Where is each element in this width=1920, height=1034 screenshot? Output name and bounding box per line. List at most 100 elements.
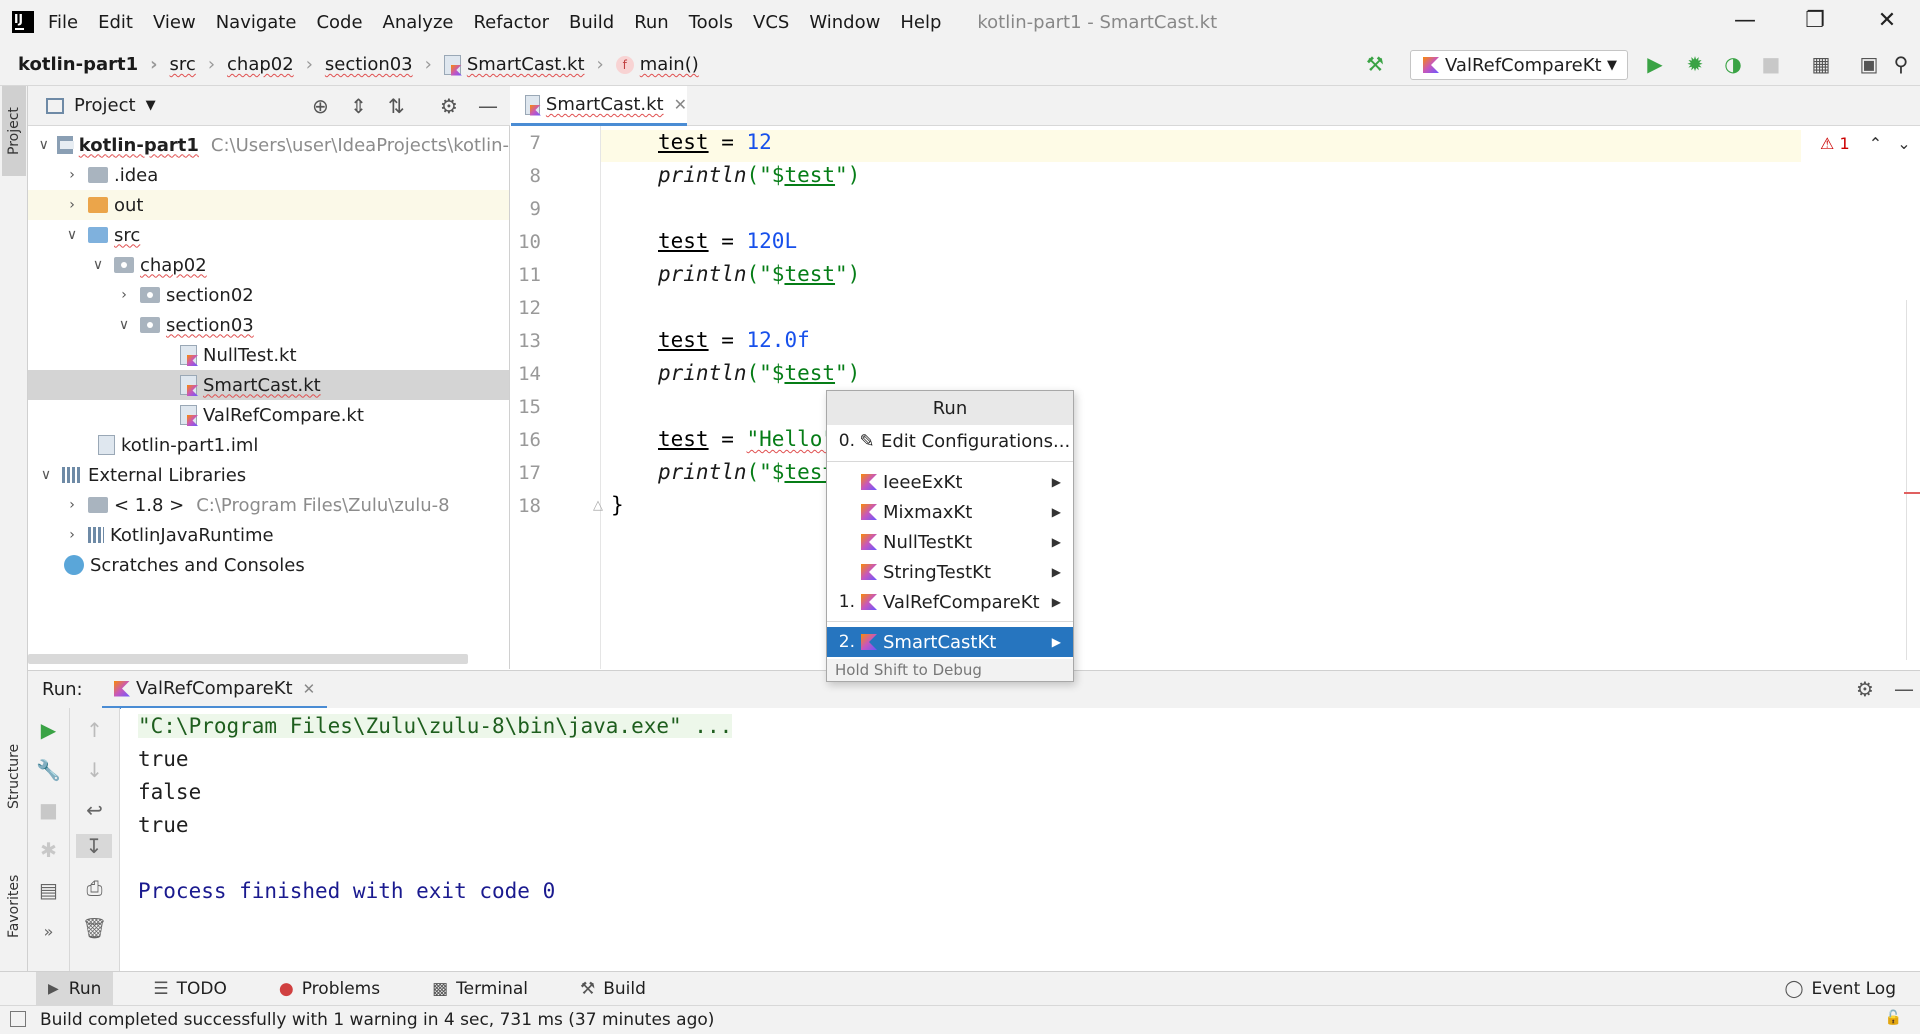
run-tab-valrefcomparekt[interactable]: ValRefCompareKt ✕ <box>102 671 328 709</box>
stop-icon[interactable]: ■ <box>1758 52 1784 78</box>
debug-icon[interactable]: ✹ <box>1682 52 1708 78</box>
scroll-to-end-icon[interactable]: ↧ <box>76 834 112 858</box>
run-icon[interactable]: ▶ <box>1642 52 1668 78</box>
search-icon[interactable]: ⚲ <box>1888 52 1914 78</box>
trash-icon[interactable]: 🗑 <box>70 916 119 940</box>
wrench-icon[interactable]: 🔧 <box>28 758 69 782</box>
arrow-down-icon[interactable]: ↓ <box>70 758 119 782</box>
popup-item-nulltestkt[interactable]: NullTestKt ▶ <box>827 527 1073 557</box>
chevron-down-icon[interactable]: ∨ <box>114 317 134 333</box>
expand-all-icon[interactable]: ⇕ <box>350 94 367 118</box>
tree-item-section03[interactable]: ∨ section03 <box>28 310 509 340</box>
popup-item-valrefcomparekt[interactable]: 1. ValRefCompareKt ▶ <box>827 587 1073 617</box>
menu-view[interactable]: View <box>153 12 196 33</box>
breadcrumb-project[interactable]: kotlin-part1 › <box>18 54 170 75</box>
tab-smartcast[interactable]: SmartCast.kt ✕ <box>511 86 687 126</box>
terminal-window-icon[interactable]: ▣ <box>1856 52 1882 78</box>
restore-icon[interactable]: ❐ <box>1800 8 1830 33</box>
bottom-tab-run[interactable]: ▶ Run <box>36 971 114 1006</box>
close-window-icon[interactable]: ✕ <box>1872 8 1902 33</box>
code-editor[interactable]: test = 12 println("$test") test = 120L p… <box>601 126 1920 669</box>
tree-horizontal-scrollbar[interactable] <box>28 654 468 664</box>
tree-item-scratches[interactable]: Scratches and Consoles <box>28 550 509 580</box>
print-icon[interactable]: ⎙ <box>70 876 119 900</box>
popup-item-mixmaxkt[interactable]: MixmaxKt ▶ <box>827 497 1073 527</box>
menu-help[interactable]: Help <box>900 12 941 33</box>
breadcrumb-chap02[interactable]: chap02 › <box>227 54 325 75</box>
run-configuration-select[interactable]: ValRefCompareKt ▼ <box>1410 50 1628 80</box>
tree-item-section02[interactable]: › section02 <box>28 280 509 310</box>
next-highlight-icon[interactable]: ⌄ <box>1897 134 1910 153</box>
toggle-tool-windows-icon[interactable] <box>10 1011 26 1027</box>
menu-tools[interactable]: Tools <box>689 12 733 33</box>
project-panel-header[interactable]: Project ▼ ⊕ ⇕ ⇅ ⚙ — <box>28 86 510 126</box>
dump-threads-icon[interactable]: ✱ <box>28 838 69 862</box>
bottom-tab-event-log[interactable]: ◯ Event Log <box>1773 972 1909 1006</box>
tree-item-root[interactable]: ∨ kotlin-part1 C:\Users\user\IdeaProject… <box>28 130 509 160</box>
editor-vertical-scrollbar[interactable] <box>1906 300 1918 660</box>
menu-window[interactable]: Window <box>809 12 880 33</box>
menu-refactor[interactable]: Refactor <box>473 12 549 33</box>
menu-navigate[interactable]: Navigate <box>216 12 297 33</box>
breadcrumb-function[interactable]: f main() <box>615 54 699 75</box>
tree-item-iml[interactable]: kotlin-part1.iml <box>28 430 509 460</box>
breadcrumb-section03[interactable]: section03 › <box>325 54 444 75</box>
bottom-tab-build[interactable]: ⚒ Build <box>568 972 658 1006</box>
tree-item-jdk[interactable]: › < 1.8 > C:\Program Files\Zulu\zulu-8 <box>28 490 509 520</box>
popup-item-edit-configurations[interactable]: 0. ✎ Edit Configurations... <box>827 426 1073 456</box>
popup-item-ieeeexkt[interactable]: IeeeExKt ▶ <box>827 467 1073 497</box>
chevron-down-icon[interactable]: ∨ <box>88 257 108 273</box>
rerun-icon[interactable]: ▶ <box>28 718 69 742</box>
layout-icon[interactable]: ▤ <box>28 878 69 902</box>
chevron-right-icon[interactable]: › <box>62 497 82 513</box>
build-hammer-icon[interactable]: ⚒ <box>1362 52 1388 78</box>
chevron-down-icon[interactable]: ∨ <box>36 467 56 483</box>
close-tab-icon[interactable]: ✕ <box>674 95 687 114</box>
lock-icon[interactable]: 🔓 <box>1885 1010 1902 1026</box>
bottom-tab-problems[interactable]: ● Problems <box>267 972 392 1006</box>
tree-item-external-libraries[interactable]: ∨ External Libraries <box>28 460 509 490</box>
chevron-right-icon[interactable]: › <box>62 167 82 183</box>
run-console[interactable]: "C:\Program Files\Zulu\zulu-8\bin\java.e… <box>121 708 1920 971</box>
popup-item-stringtestkt[interactable]: StringTestKt ▶ <box>827 557 1073 587</box>
chevron-down-icon[interactable]: ▼ <box>146 98 156 113</box>
menu-code[interactable]: Code <box>316 12 362 33</box>
menu-analyze[interactable]: Analyze <box>383 12 454 33</box>
collapse-all-icon[interactable]: ⇅ <box>388 94 405 118</box>
stop-icon[interactable]: ■ <box>28 798 69 822</box>
tree-item-valrefcompare[interactable]: ValRefCompare.kt <box>28 400 509 430</box>
side-tab-favorites[interactable]: Favorites <box>2 856 26 956</box>
tree-item-chap02[interactable]: ∨ chap02 <box>28 250 509 280</box>
hide-panel-icon[interactable]: — <box>1894 677 1914 701</box>
locate-icon[interactable]: ⊕ <box>312 94 329 118</box>
more-icon[interactable]: » <box>28 922 69 941</box>
menu-vcs[interactable]: VCS <box>753 12 789 33</box>
menu-file[interactable]: File <box>48 12 78 33</box>
bottom-tab-todo[interactable]: ☰ TODO <box>141 972 239 1006</box>
project-structure-icon[interactable]: ▦ <box>1808 52 1834 78</box>
hide-panel-icon[interactable]: — <box>478 94 498 118</box>
error-stripe-mark[interactable] <box>1904 492 1920 494</box>
tree-item-smartcast[interactable]: SmartCast.kt <box>28 370 509 400</box>
chevron-right-icon[interactable]: › <box>114 287 134 303</box>
bottom-tab-terminal[interactable]: ▩ Terminal <box>420 972 540 1006</box>
tree-item-kotlin-java-runtime[interactable]: › KotlinJavaRuntime <box>28 520 509 550</box>
tree-item-nulltest[interactable]: NullTest.kt <box>28 340 509 370</box>
side-tab-project[interactable]: Project <box>2 86 26 176</box>
close-tab-icon[interactable]: ✕ <box>303 680 316 698</box>
menu-run[interactable]: Run <box>634 12 669 33</box>
arrow-up-icon[interactable]: ↑ <box>70 718 119 742</box>
gear-icon[interactable]: ⚙ <box>1856 677 1874 701</box>
menu-build[interactable]: Build <box>569 12 614 33</box>
tree-item-src[interactable]: ∨ src <box>28 220 509 250</box>
chevron-down-icon[interactable]: ∨ <box>62 227 82 243</box>
menu-edit[interactable]: Edit <box>98 12 133 33</box>
previous-highlight-icon[interactable]: ⌃ <box>1869 134 1882 153</box>
coverage-icon[interactable]: ◑ <box>1720 52 1746 78</box>
chevron-right-icon[interactable]: › <box>62 197 82 213</box>
tree-item-out[interactable]: › out <box>28 190 509 220</box>
error-indicator[interactable]: ⚠ 1 ⌃ ⌄ <box>1820 134 1911 153</box>
minimize-icon[interactable]: — <box>1730 8 1760 33</box>
chevron-down-icon[interactable]: ∨ <box>36 137 51 153</box>
tree-item-idea[interactable]: › .idea <box>28 160 509 190</box>
